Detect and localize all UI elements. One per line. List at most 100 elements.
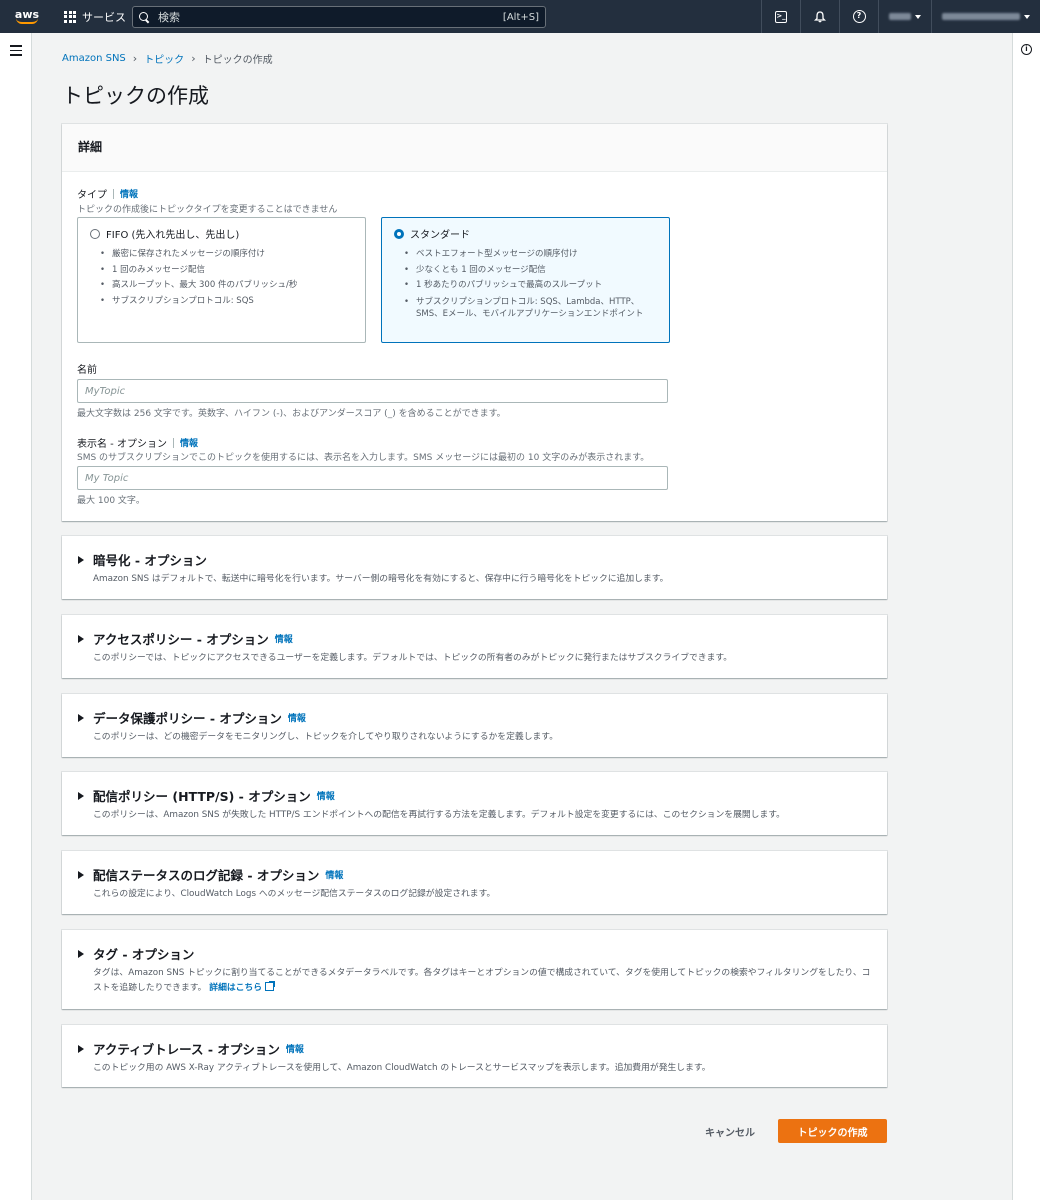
standard-features: ベストエフォート型メッセージの順序付け 少なくとも 1 回のメッセージ配信 1 … bbox=[394, 247, 657, 320]
name-hint: 最大文字数は 256 文字です。英数字、ハイフン (-)、およびアンダースコア … bbox=[77, 409, 506, 419]
list-item: ベストエフォート型メッセージの順序付け bbox=[404, 247, 657, 263]
fifo-radio[interactable] bbox=[90, 228, 100, 239]
name-input[interactable] bbox=[77, 379, 668, 403]
region-redacted bbox=[889, 13, 911, 20]
section-header[interactable]: データ保護ポリシー - オプション 情報 bbox=[78, 708, 306, 727]
chevron-down-icon bbox=[1024, 14, 1030, 19]
section-description: このトピック用の AWS X-Ray アクティブトレースを使用して、Amazon… bbox=[93, 1063, 711, 1073]
nav-right-group: >_ ? bbox=[761, 0, 1040, 33]
aws-logo[interactable]: aws bbox=[4, 0, 50, 33]
details-header: 詳細 bbox=[62, 124, 887, 172]
display-name-hint: 最大 100 文字。 bbox=[77, 496, 145, 506]
section-header[interactable]: アクセスポリシー - オプション 情報 bbox=[78, 629, 293, 648]
list-item: 少なくとも 1 回のメッセージ配信 bbox=[404, 263, 657, 279]
side-navigation-strip bbox=[0, 33, 32, 1200]
data-protection-section[interactable]: データ保護ポリシー - オプション 情報 このポリシーは、どの機密データをモニタ… bbox=[62, 694, 887, 757]
info-icon[interactable]: i bbox=[1021, 44, 1032, 55]
details-panel: 詳細 タイプ 情報 トピックの作成後にトピックタイプを変更することはできません … bbox=[62, 124, 887, 521]
delivery-policy-section[interactable]: 配信ポリシー (HTTP/S) - オプション 情報 このポリシーは、Amazo… bbox=[62, 772, 887, 835]
list-item: 高スループット、最大 300 件のパブリッシュ/秒 bbox=[100, 278, 353, 294]
breadcrumb-amazon-sns[interactable]: Amazon SNS bbox=[62, 53, 126, 64]
list-item: 1 秒あたりのパブリッシュで最高のスループット bbox=[404, 278, 657, 294]
caret-right-icon bbox=[78, 634, 84, 643]
menu-icon[interactable] bbox=[10, 45, 22, 59]
type-label-row: タイプ 情報 bbox=[77, 186, 138, 201]
section-title: データ保護ポリシー - オプション bbox=[93, 711, 282, 726]
grid-icon bbox=[64, 10, 76, 23]
section-title: タグ - オプション bbox=[93, 947, 195, 962]
search-icon bbox=[139, 11, 150, 23]
name-label: 名前 bbox=[77, 365, 97, 376]
search-input[interactable] bbox=[158, 10, 495, 24]
section-title: 暗号化 - オプション bbox=[93, 553, 207, 568]
standard-radio[interactable] bbox=[394, 228, 404, 239]
learn-more-link[interactable]: 詳細はこちら bbox=[209, 981, 276, 993]
list-item: サブスクリプションプロトコル: SQS bbox=[100, 294, 353, 310]
caret-right-icon bbox=[78, 870, 84, 879]
chevron-down-icon bbox=[915, 14, 921, 19]
section-title: アクセスポリシー - オプション bbox=[93, 632, 269, 647]
services-label: サービス bbox=[82, 10, 126, 24]
display-name-info-link[interactable]: 情報 bbox=[180, 436, 198, 449]
cloudshell-button[interactable]: >_ bbox=[762, 0, 800, 33]
fifo-features: 厳密に保存されたメッセージの順序付け 1 回のみメッセージ配信 高スループット、… bbox=[90, 247, 353, 309]
standard-title: スタンダード bbox=[410, 230, 470, 241]
create-topic-button[interactable]: トピックの作成 bbox=[778, 1119, 887, 1143]
type-info-link[interactable]: 情報 bbox=[120, 187, 138, 200]
section-description: タグは、Amazon SNS トピックに割り当てることができるメタデータラベルで… bbox=[93, 966, 871, 996]
breadcrumb-current: トピックの作成 bbox=[202, 55, 273, 66]
section-info-link[interactable]: 情報 bbox=[286, 1042, 304, 1055]
section-header[interactable]: タグ - オプション bbox=[78, 944, 194, 963]
section-header[interactable]: 暗号化 - オプション bbox=[78, 550, 207, 569]
breadcrumb-topics[interactable]: トピック bbox=[144, 51, 184, 66]
tools-panel-strip: i bbox=[1012, 33, 1040, 1200]
external-link-icon bbox=[265, 981, 276, 991]
top-navigation: aws サービス [Alt+S] >_ ? bbox=[0, 0, 1040, 33]
account-redacted bbox=[942, 13, 1020, 20]
list-item: サブスクリプションプロトコル: SQS、Lambda、HTTP、SMS、Eメール… bbox=[404, 294, 657, 320]
chevron-right-icon: › bbox=[132, 52, 138, 65]
delivery-status-logging-section[interactable]: 配信ステータスのログ記録 - オプション 情報 これらの設定により、CloudW… bbox=[62, 851, 887, 914]
type-description: トピックの作成後にトピックタイプを変更することはできません bbox=[77, 205, 338, 215]
display-name-label: 表示名 - オプション bbox=[77, 439, 167, 450]
page-title: トピックの作成 bbox=[62, 84, 209, 108]
bell-icon bbox=[814, 10, 826, 22]
search-box[interactable]: [Alt+S] bbox=[132, 6, 546, 28]
section-header[interactable]: 配信ステータスのログ記録 - オプション 情報 bbox=[78, 865, 343, 884]
section-title: 配信ステータスのログ記録 - オプション bbox=[93, 868, 320, 883]
active-tracing-section[interactable]: アクティブトレース - オプション 情報 このトピック用の AWS X-Ray … bbox=[62, 1025, 887, 1087]
list-item: 1 回のみメッセージ配信 bbox=[100, 263, 353, 279]
caret-right-icon bbox=[78, 1044, 84, 1053]
display-name-description: SMS のサブスクリプションでこのトピックを使用するには、表示名を入力します。S… bbox=[77, 453, 650, 463]
display-name-label-row: 表示名 - オプション 情報 bbox=[77, 435, 198, 450]
section-info-link[interactable]: 情報 bbox=[317, 789, 335, 802]
notifications-button[interactable] bbox=[801, 0, 839, 33]
section-header[interactable]: 配信ポリシー (HTTP/S) - オプション 情報 bbox=[78, 786, 335, 805]
section-info-link[interactable]: 情報 bbox=[288, 711, 306, 724]
fifo-type-option[interactable]: FIFO (先入れ先出し、先出し) 厳密に保存されたメッセージの順序付け 1 回… bbox=[77, 217, 366, 343]
region-menu[interactable] bbox=[879, 13, 931, 20]
section-description: Amazon SNS はデフォルトで、転送中に暗号化を行います。サーバー側の暗号… bbox=[93, 574, 669, 584]
section-title: 配信ポリシー (HTTP/S) - オプション bbox=[93, 789, 311, 804]
encryption-section[interactable]: 暗号化 - オプション Amazon SNS はデフォルトで、転送中に暗号化を行… bbox=[62, 536, 887, 599]
help-icon: ? bbox=[852, 10, 866, 23]
cloudshell-icon: >_ bbox=[775, 10, 787, 23]
section-info-link[interactable]: 情報 bbox=[275, 632, 293, 645]
section-header[interactable]: アクティブトレース - オプション 情報 bbox=[78, 1039, 304, 1058]
caret-right-icon bbox=[78, 949, 84, 958]
help-button[interactable]: ? bbox=[840, 0, 878, 33]
section-info-link[interactable]: 情報 bbox=[325, 868, 343, 881]
account-menu[interactable] bbox=[932, 13, 1040, 20]
standard-type-option[interactable]: スタンダード ベストエフォート型メッセージの順序付け 少なくとも 1 回のメッセ… bbox=[381, 217, 670, 343]
cancel-button[interactable]: キャンセル bbox=[690, 1119, 770, 1143]
learn-more-label: 詳細はこちら bbox=[209, 983, 263, 993]
search-shortcut: [Alt+S] bbox=[502, 11, 539, 23]
services-menu-button[interactable]: サービス bbox=[64, 0, 126, 33]
section-description: このポリシーは、どの機密データをモニタリングし、トピックを介してやり取りされない… bbox=[93, 732, 559, 742]
display-name-input[interactable] bbox=[77, 466, 668, 490]
tags-section[interactable]: タグ - オプション タグは、Amazon SNS トピックに割り当てることがで… bbox=[62, 930, 887, 1009]
aws-smile-icon bbox=[16, 18, 38, 24]
section-description: このポリシーでは、トピックにアクセスできるユーザーを定義します。デフォルトでは、… bbox=[93, 653, 733, 663]
access-policy-section[interactable]: アクセスポリシー - オプション 情報 このポリシーでは、トピックにアクセスでき… bbox=[62, 615, 887, 678]
caret-right-icon bbox=[78, 791, 84, 800]
